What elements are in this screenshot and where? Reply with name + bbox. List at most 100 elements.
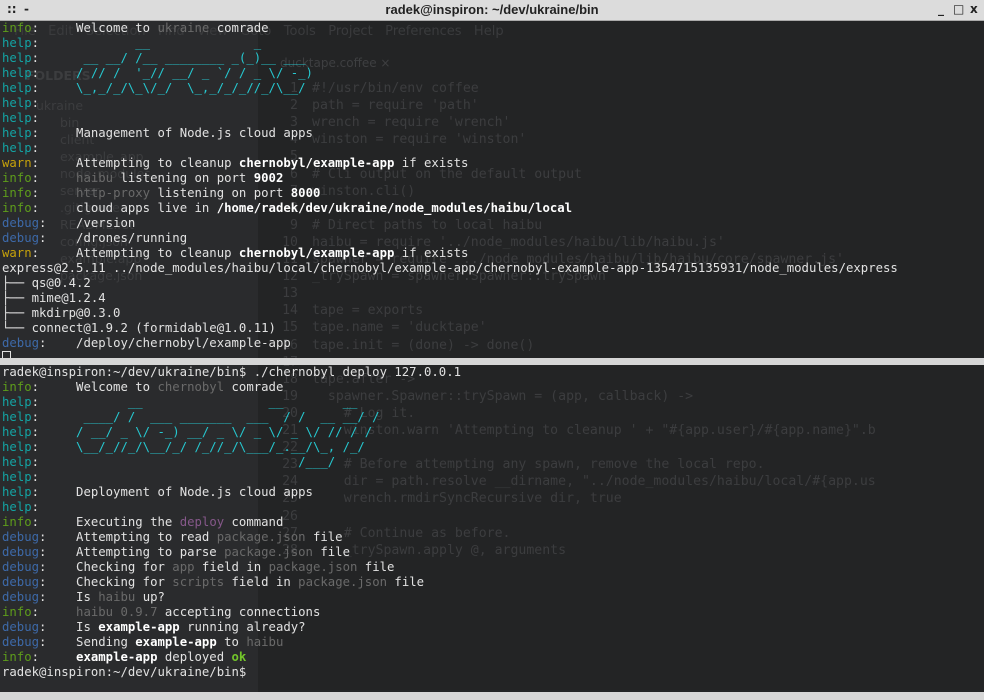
dim-text: scripts — [172, 575, 225, 589]
terminal-line — [0, 351, 984, 358]
terminal-line: radek@inspiron:~/dev/ukraine/bin$ — [0, 665, 984, 680]
terminal-line: info: example-app deployed ok — [0, 650, 984, 665]
log-level-debug: debug — [2, 231, 40, 245]
output-text: comrade — [224, 380, 284, 394]
log-level-info: info — [2, 380, 32, 394]
dim-text: haibu — [98, 590, 136, 604]
output-text: file — [305, 530, 343, 544]
terminal-line: help: — [0, 96, 984, 111]
dim-text: ukraine — [157, 21, 210, 35]
output-text: listening on port — [113, 171, 254, 185]
log-level-help: help — [2, 126, 32, 140]
log-level-help: help — [2, 96, 32, 110]
output-text: : — [31, 500, 40, 514]
terminal-bottom-pane[interactable]: radek@inspiron:~/dev/ukraine/bin$ ./cher… — [0, 365, 984, 692]
dim-text: http-proxy — [76, 186, 151, 200]
output-text: if exists — [394, 156, 469, 170]
output-text: : Executing the — [31, 515, 180, 529]
dim-text: haibu — [76, 171, 114, 185]
output-text: file — [387, 575, 425, 589]
terminal-line: express@2.5.11 ../node_modules/haibu/loc… — [0, 261, 984, 276]
terminal-line: info: haibu listening on port 9002 — [0, 171, 984, 186]
output-text: : Checking for — [39, 560, 173, 574]
dim-text: package.json — [224, 545, 313, 559]
terminal-line: help: — [0, 141, 984, 156]
output-text: : — [31, 141, 40, 155]
log-level-help: help — [2, 425, 32, 439]
window-titlebar[interactable]: :: - radek@inspiron: ~/dev/ukraine/bin _… — [0, 0, 984, 21]
dim-text: package.json — [298, 575, 388, 589]
terminal-line: debug: Attempting to read package.json f… — [0, 530, 984, 545]
output-text: └── connect@1.9.2 (formidable@1.0.11) — [2, 321, 276, 335]
output-text: field in — [194, 560, 269, 574]
ascii-art: / __/ _ \/ -_) __/ _ \/ _ \/ _ \/ // / / — [39, 425, 373, 439]
output-text: : Welcome to — [31, 380, 158, 394]
output-text: : — [31, 36, 40, 50]
ascii-art: /___/ — [39, 455, 336, 469]
output-text: listening on port — [150, 186, 291, 200]
command-name: deploy — [179, 515, 225, 529]
log-level-debug: debug — [2, 635, 40, 649]
dim-text: haibu 0.9.7 — [76, 605, 158, 619]
terminal-line: info: Welcome to ukraine comrade — [0, 21, 984, 36]
log-level-help: help — [2, 111, 32, 125]
log-level-info: info — [2, 21, 32, 35]
terminal-line: debug: Sending example-app to haibu — [0, 635, 984, 650]
highlight-text: /home/radek/dev/ukraine/node_modules/hai… — [216, 201, 573, 215]
output-text: : /version — [39, 216, 136, 230]
output-text: running already? — [179, 620, 306, 634]
output-text: : Management of Node.js cloud apps — [31, 126, 313, 140]
terminal-line: debug: Checking for app field in package… — [0, 560, 984, 575]
output-text: : Checking for — [39, 575, 173, 589]
output-text: ├── mkdirp@0.3.0 — [2, 306, 121, 320]
ascii-art: / // / '_// __/ _ `/ / _ \/ -_) — [39, 66, 313, 80]
terminal-line: help: ____/ / ___ _______ ___ / / __ __/… — [0, 410, 984, 425]
ascii-art: __ __ __ — [39, 395, 358, 409]
output-text: radek@inspiron:~/dev/ukraine/bin$ ./cher… — [2, 365, 462, 379]
maximize-button[interactable]: □ — [953, 2, 964, 16]
output-text: : cloud apps live in — [31, 201, 217, 215]
terminal-line: debug: /drones/running — [0, 231, 984, 246]
output-text: : — [31, 171, 77, 185]
output-text: field in — [224, 575, 299, 589]
terminal-line: info: Welcome to chernobyl comrade — [0, 380, 984, 395]
log-level-debug: debug — [2, 590, 40, 604]
terminal-top-pane[interactable]: info: Welcome to ukraine comrade help: __… — [0, 21, 984, 358]
output-text: : — [31, 111, 40, 125]
log-level-debug: debug — [2, 560, 40, 574]
log-level-help: help — [2, 36, 32, 50]
pane-splitter[interactable] — [0, 358, 984, 365]
terminal-line: warn: Attempting to cleanup chernobyl/ex… — [0, 246, 984, 261]
output-text: comrade — [209, 21, 269, 35]
highlight-text: 8000 — [290, 186, 321, 200]
log-level-help: help — [2, 141, 32, 155]
minimize-button[interactable]: _ — [938, 2, 944, 16]
log-level-debug: debug — [2, 575, 40, 589]
output-text: file — [357, 560, 395, 574]
close-button[interactable]: x — [970, 2, 978, 16]
output-text: : Deployment of Node.js cloud apps — [31, 485, 313, 499]
terminal-line: debug: /version — [0, 216, 984, 231]
window-bottom-border — [0, 692, 984, 700]
ascii-art: \_,_/_/\_\/_/ \_,_/_/_//_/\__/ — [39, 81, 306, 95]
terminal-line: help: \_,_/_/\_\/_/ \_,_/_/_//_/\__/ — [0, 81, 984, 96]
terminal-line: info: cloud apps live in /home/radek/dev… — [0, 201, 984, 216]
output-text: file — [312, 545, 350, 559]
terminal-line: help: / __/ _ \/ -_) __/ _ \/ _ \/ _ \/ … — [0, 425, 984, 440]
dim-text: haibu — [246, 635, 284, 649]
highlight-text: 9002 — [253, 171, 284, 185]
log-level-help: help — [2, 455, 32, 469]
output-text: : Is — [39, 590, 99, 604]
log-level-info: info — [2, 171, 32, 185]
terminal-line: debug: Checking for scripts field in pac… — [0, 575, 984, 590]
ok-status: ok — [231, 650, 247, 664]
log-level-debug: debug — [2, 545, 40, 559]
highlight-text: chernobyl/example-app — [238, 246, 395, 260]
output-text: deployed — [157, 650, 232, 664]
terminal-cursor[interactable] — [2, 351, 11, 358]
output-text: : Attempting to read — [39, 530, 217, 544]
terminal-line: ├── qs@0.4.2 — [0, 276, 984, 291]
log-level-help: help — [2, 500, 32, 514]
log-level-debug: debug — [2, 530, 40, 544]
dim-text: app — [172, 560, 195, 574]
